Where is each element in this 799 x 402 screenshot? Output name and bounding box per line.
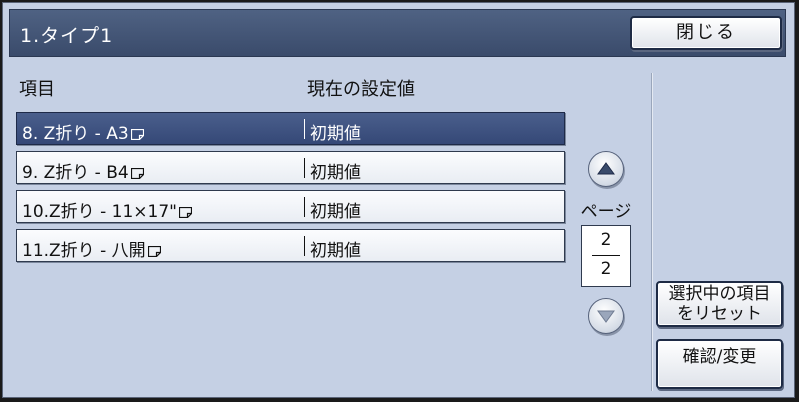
page-current: 2 <box>600 230 612 250</box>
title-bar: 1.タイプ1 閉じる <box>9 9 786 57</box>
row-label: 8. Z折り - A3 <box>22 119 144 144</box>
triangle-up-icon <box>597 162 615 175</box>
row-label: 10.Z折り - 11×17" <box>22 197 192 222</box>
page-divider <box>592 255 620 256</box>
page-up-button[interactable] <box>588 151 624 187</box>
list-row-10[interactable]: 10.Z折り - 11×17" 初期値 <box>16 190 565 223</box>
paper-landscape-icon <box>147 246 161 257</box>
row-value: 初期値 <box>310 163 361 183</box>
page-label: ページ <box>580 202 632 222</box>
paper-landscape-icon <box>130 129 144 140</box>
row-separator <box>304 158 305 178</box>
row-separator <box>304 236 305 256</box>
page-indicator: 2 2 <box>581 225 631 287</box>
row-value: 初期値 <box>310 241 361 261</box>
close-button[interactable]: 閉じる <box>630 16 782 50</box>
panel-divider <box>651 73 653 391</box>
paper-landscape-icon <box>130 168 144 179</box>
list-row-11[interactable]: 11.Z折り - 八開 初期値 <box>16 229 565 262</box>
row-separator <box>304 197 305 217</box>
reset-button-line1: 選択中の項目 <box>668 284 771 304</box>
reset-selected-item-button[interactable]: 選択中の項目 をリセット <box>656 281 783 327</box>
paper-landscape-icon <box>178 207 192 218</box>
row-label: 11.Z折り - 八開 <box>22 236 161 261</box>
dialog-title: 1.タイプ1 <box>20 25 114 47</box>
list-row-9[interactable]: 9. Z折り - B4 初期値 <box>16 151 565 184</box>
list-row-8[interactable]: 8. Z折り - A3 初期値 <box>16 112 565 145</box>
row-separator <box>304 119 305 139</box>
row-value: 初期値 <box>310 124 361 144</box>
confirm-change-button[interactable]: 確認/変更 <box>656 339 783 389</box>
reset-button-line2: をリセット <box>677 304 762 324</box>
dialog-frame: 1.タイプ1 閉じる 項目 現在の設定値 8. Z折り - A3 初期値 9. … <box>2 2 795 398</box>
page-down-button[interactable] <box>588 298 624 334</box>
triangle-down-icon <box>597 310 615 323</box>
column-header-current-value: 現在の設定値 <box>307 79 415 100</box>
row-value: 初期値 <box>310 202 361 222</box>
page-total: 2 <box>600 259 612 279</box>
row-label: 9. Z折り - B4 <box>22 158 144 183</box>
column-header-item: 項目 <box>19 79 55 100</box>
